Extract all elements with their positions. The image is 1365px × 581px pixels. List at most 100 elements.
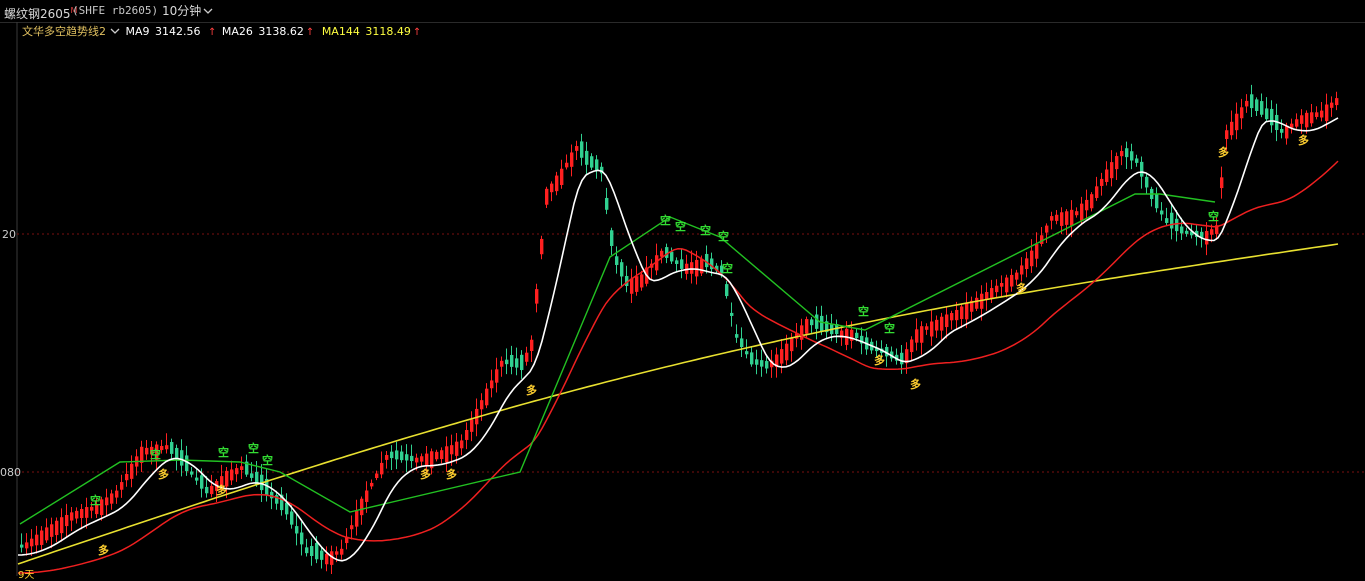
- candle-body: [570, 152, 574, 167]
- bull-signal-marker: 多: [216, 483, 227, 497]
- candle-body: [750, 352, 754, 365]
- candle-body: [25, 542, 29, 549]
- candle-body: [140, 446, 144, 463]
- candle-body: [305, 547, 309, 554]
- candle-body: [1065, 211, 1069, 225]
- candle-body: [575, 146, 579, 151]
- candle-body: [635, 276, 639, 292]
- bull-signal-marker: 多: [874, 353, 885, 367]
- period-selector[interactable]: 10分钟: [162, 0, 213, 22]
- candle-body: [1180, 226, 1184, 234]
- candle-body: [1310, 112, 1314, 124]
- candle-body: [250, 473, 254, 478]
- candle-body: [630, 278, 634, 294]
- candle-body: [425, 453, 429, 466]
- candle-body: [675, 260, 679, 264]
- candle-body: [335, 551, 339, 555]
- candle-body: [985, 292, 989, 300]
- candle-body: [435, 451, 439, 460]
- candle-body: [995, 285, 999, 293]
- candle-body: [240, 466, 244, 470]
- candle-body: [955, 309, 959, 321]
- chart-header: 螺纹钢2605M (SHFE rb2605) 10分钟: [0, 0, 1365, 23]
- candle-body: [1305, 112, 1309, 128]
- candle-body: [370, 482, 374, 487]
- candle-body: [1045, 225, 1049, 233]
- candle-body: [405, 454, 409, 461]
- candle-body: [1140, 161, 1144, 177]
- candle-body: [205, 486, 209, 494]
- candle-body: [420, 456, 424, 462]
- kline-chart[interactable]: 20 080 空空空空空空空空空空空空空多多多多 多多多多多多多: [0, 22, 1365, 576]
- bull-signal-marker: 多: [420, 467, 431, 481]
- candle-body: [745, 351, 749, 355]
- candle-body: [1115, 156, 1119, 170]
- candle-body: [85, 507, 89, 518]
- candle-body: [950, 313, 954, 321]
- candle-body: [200, 475, 204, 489]
- candle-body: [1130, 151, 1134, 161]
- candle-body: [1030, 250, 1034, 267]
- candle-body: [55, 520, 59, 536]
- candle-body: [1245, 100, 1249, 107]
- candle-body: [910, 339, 914, 353]
- candle-body: [535, 289, 539, 304]
- candle-body: [915, 329, 919, 343]
- period-label: 10分钟: [162, 4, 202, 18]
- bear-signal-marker: 空: [675, 219, 686, 233]
- candle-body: [470, 419, 474, 432]
- candle-body: [460, 440, 464, 449]
- bear-signal-marker: 空: [718, 229, 729, 243]
- candle-body: [20, 544, 24, 548]
- candle-body: [455, 441, 459, 456]
- candle-body: [65, 514, 69, 527]
- bear-signal-marker: 空: [700, 223, 711, 237]
- candle-body: [960, 306, 964, 320]
- candle-body: [70, 512, 74, 521]
- candle-body: [755, 359, 759, 365]
- candle-body: [1085, 199, 1089, 211]
- candle-body: [620, 262, 624, 277]
- y-axis-label-upper: 20: [2, 228, 16, 241]
- candle-body: [740, 338, 744, 348]
- candle-body: [1035, 244, 1039, 259]
- bear-signal-marker: 空: [218, 445, 229, 459]
- candle-body: [920, 326, 924, 343]
- candle-body: [990, 288, 994, 300]
- candle-body: [130, 463, 134, 479]
- candle-body: [355, 510, 359, 527]
- candle-body: [1075, 211, 1079, 216]
- candle-body: [540, 238, 544, 255]
- candle-body: [445, 446, 449, 463]
- candle-body: [375, 473, 379, 479]
- candle-body: [975, 297, 979, 309]
- candle-body: [30, 538, 34, 547]
- candle-body: [340, 548, 344, 555]
- bear-signal-marker: 空: [248, 441, 259, 455]
- candle-body: [1025, 258, 1029, 269]
- candle-body: [815, 314, 819, 329]
- candle-body: [45, 527, 49, 541]
- candle-body: [820, 315, 824, 332]
- candle-body: [380, 462, 384, 475]
- candle-body: [310, 546, 314, 556]
- candle-body: [495, 369, 499, 383]
- candle-body: [165, 445, 169, 450]
- candle-body: [1120, 150, 1124, 157]
- bull-signal-marker: 多: [526, 383, 537, 397]
- symbol-code: (SHFE rb2605): [72, 4, 159, 17]
- candle-body: [660, 250, 664, 257]
- candle-body: [1070, 209, 1074, 226]
- candle-body: [1315, 112, 1319, 117]
- candle-body: [230, 469, 234, 481]
- candle-body: [550, 183, 554, 193]
- candle-body: [1010, 274, 1014, 287]
- candle-body: [1015, 272, 1019, 280]
- candle-body: [1265, 108, 1269, 120]
- y-axis-label-lower: 080: [0, 466, 21, 479]
- candle-body: [295, 526, 299, 534]
- candle-body: [1175, 218, 1179, 232]
- candle-body: [1000, 283, 1004, 287]
- bear-signal-marker: 空: [722, 261, 733, 275]
- candle-body: [1050, 216, 1054, 221]
